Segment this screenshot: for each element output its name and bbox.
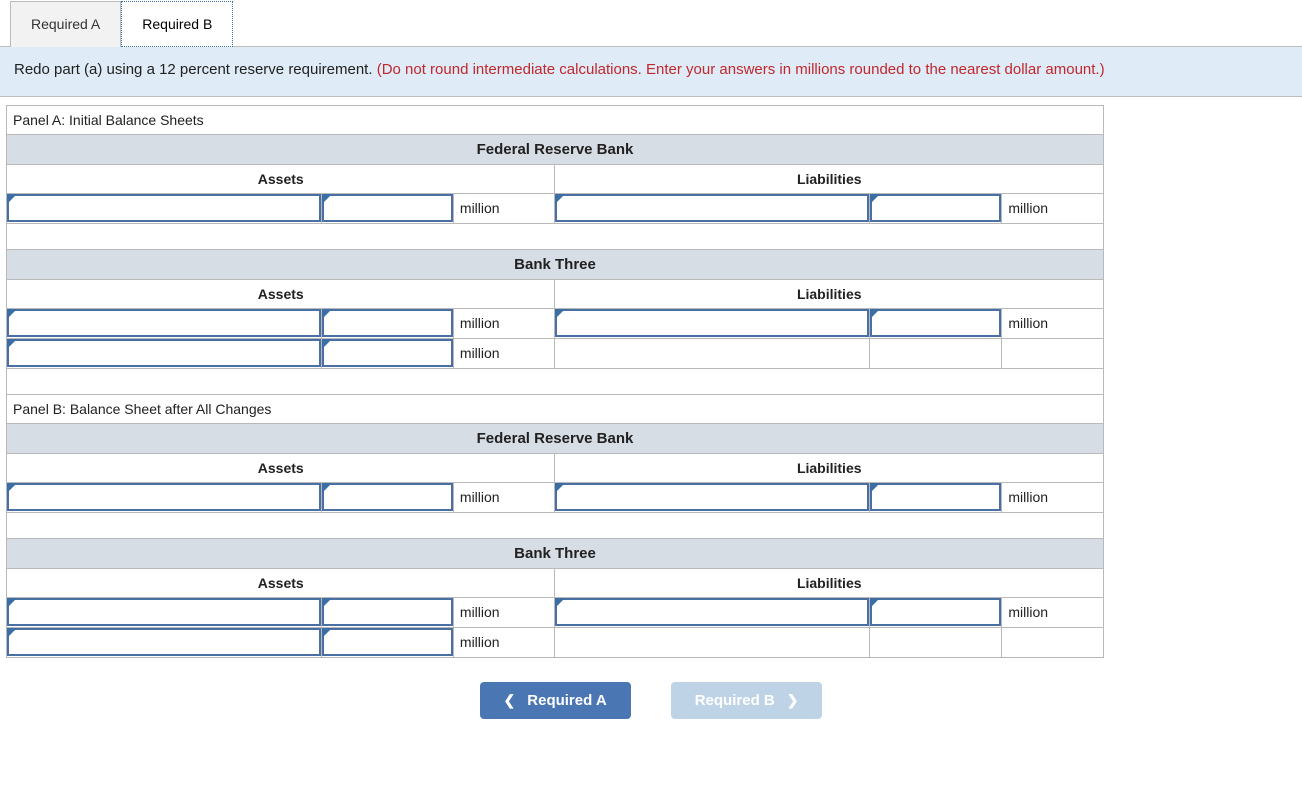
unit-label: million <box>1002 482 1104 512</box>
input-b-b3-liab1-name[interactable] <box>555 598 869 626</box>
input-a-b3-asset2-amt[interactable] <box>322 339 453 367</box>
liabilities-header: Liabilities <box>555 568 1104 597</box>
empty-cell <box>870 338 1002 368</box>
assets-header: Assets <box>7 453 555 482</box>
bottom-nav: ❮ Required A Required B ❯ <box>0 666 1302 749</box>
input-b-b3-asset2-amt[interactable] <box>322 628 453 656</box>
unit-label: million <box>453 597 555 627</box>
input-a-b3-liab1-amt[interactable] <box>870 309 1001 337</box>
input-b-b3-liab1-amt[interactable] <box>870 598 1001 626</box>
tab-row: Required A Required B <box>0 0 1302 47</box>
balance-sheet-table: Panel A: Initial Balance Sheets Federal … <box>6 105 1104 658</box>
instruction-text: Redo part (a) using a 12 percent reserve… <box>14 61 377 78</box>
input-a-frb-asset-name[interactable] <box>7 194 321 222</box>
unit-label: million <box>1002 597 1104 627</box>
input-b-frb-liab-name[interactable] <box>555 483 869 511</box>
nav-next-label: Required B <box>695 692 775 709</box>
spacer <box>7 223 1104 249</box>
empty-cell <box>555 627 870 657</box>
input-b-frb-asset-amt[interactable] <box>322 483 453 511</box>
input-b-frb-liab-amt[interactable] <box>870 483 1001 511</box>
panel-b-label: Panel B: Balance Sheet after All Changes <box>7 394 1104 423</box>
liabilities-header: Liabilities <box>555 453 1104 482</box>
unit-label: million <box>453 482 555 512</box>
panel-a-label: Panel A: Initial Balance Sheets <box>7 105 1104 134</box>
input-b-b3-asset1-name[interactable] <box>7 598 321 626</box>
assets-header: Assets <box>7 164 555 193</box>
input-a-frb-liab-amt[interactable] <box>870 194 1001 222</box>
chevron-right-icon: ❯ <box>787 692 799 709</box>
empty-cell <box>555 338 870 368</box>
assets-header: Assets <box>7 279 555 308</box>
liabilities-header: Liabilities <box>555 279 1104 308</box>
unit-label: million <box>1002 193 1104 223</box>
input-a-frb-asset-amt[interactable] <box>322 194 453 222</box>
unit-label: million <box>1002 308 1104 338</box>
instruction-hint: (Do not round intermediate calculations.… <box>377 61 1105 78</box>
tab-required-b[interactable]: Required B <box>121 1 233 47</box>
instruction-bar: Redo part (a) using a 12 percent reserve… <box>0 47 1302 97</box>
input-a-b3-liab1-name[interactable] <box>555 309 869 337</box>
nav-prev-button[interactable]: ❮ Required A <box>480 682 631 719</box>
frb-header-a: Federal Reserve Bank <box>7 134 1104 164</box>
empty-cell <box>1002 338 1104 368</box>
unit-label: million <box>453 308 555 338</box>
unit-label: million <box>453 627 555 657</box>
liabilities-header: Liabilities <box>555 164 1104 193</box>
spacer <box>7 512 1104 538</box>
input-a-frb-liab-name[interactable] <box>555 194 869 222</box>
nav-prev-label: Required A <box>527 692 606 709</box>
chevron-left-icon: ❮ <box>504 692 516 709</box>
input-a-b3-asset1-name[interactable] <box>7 309 321 337</box>
unit-label: million <box>453 193 555 223</box>
input-b-frb-asset-name[interactable] <box>7 483 321 511</box>
spacer <box>7 368 1104 394</box>
tab-required-a[interactable]: Required A <box>10 1 121 47</box>
nav-next-button: Required B ❯ <box>671 682 823 719</box>
input-b-b3-asset1-amt[interactable] <box>322 598 453 626</box>
empty-cell <box>870 627 1002 657</box>
input-b-b3-asset2-name[interactable] <box>7 628 321 656</box>
unit-label: million <box>453 338 555 368</box>
input-a-b3-asset1-amt[interactable] <box>322 309 453 337</box>
assets-header: Assets <box>7 568 555 597</box>
empty-cell <box>1002 627 1104 657</box>
bank3-header-b: Bank Three <box>7 538 1104 568</box>
bank3-header-a: Bank Three <box>7 249 1104 279</box>
frb-header-b: Federal Reserve Bank <box>7 423 1104 453</box>
input-a-b3-asset2-name[interactable] <box>7 339 321 367</box>
